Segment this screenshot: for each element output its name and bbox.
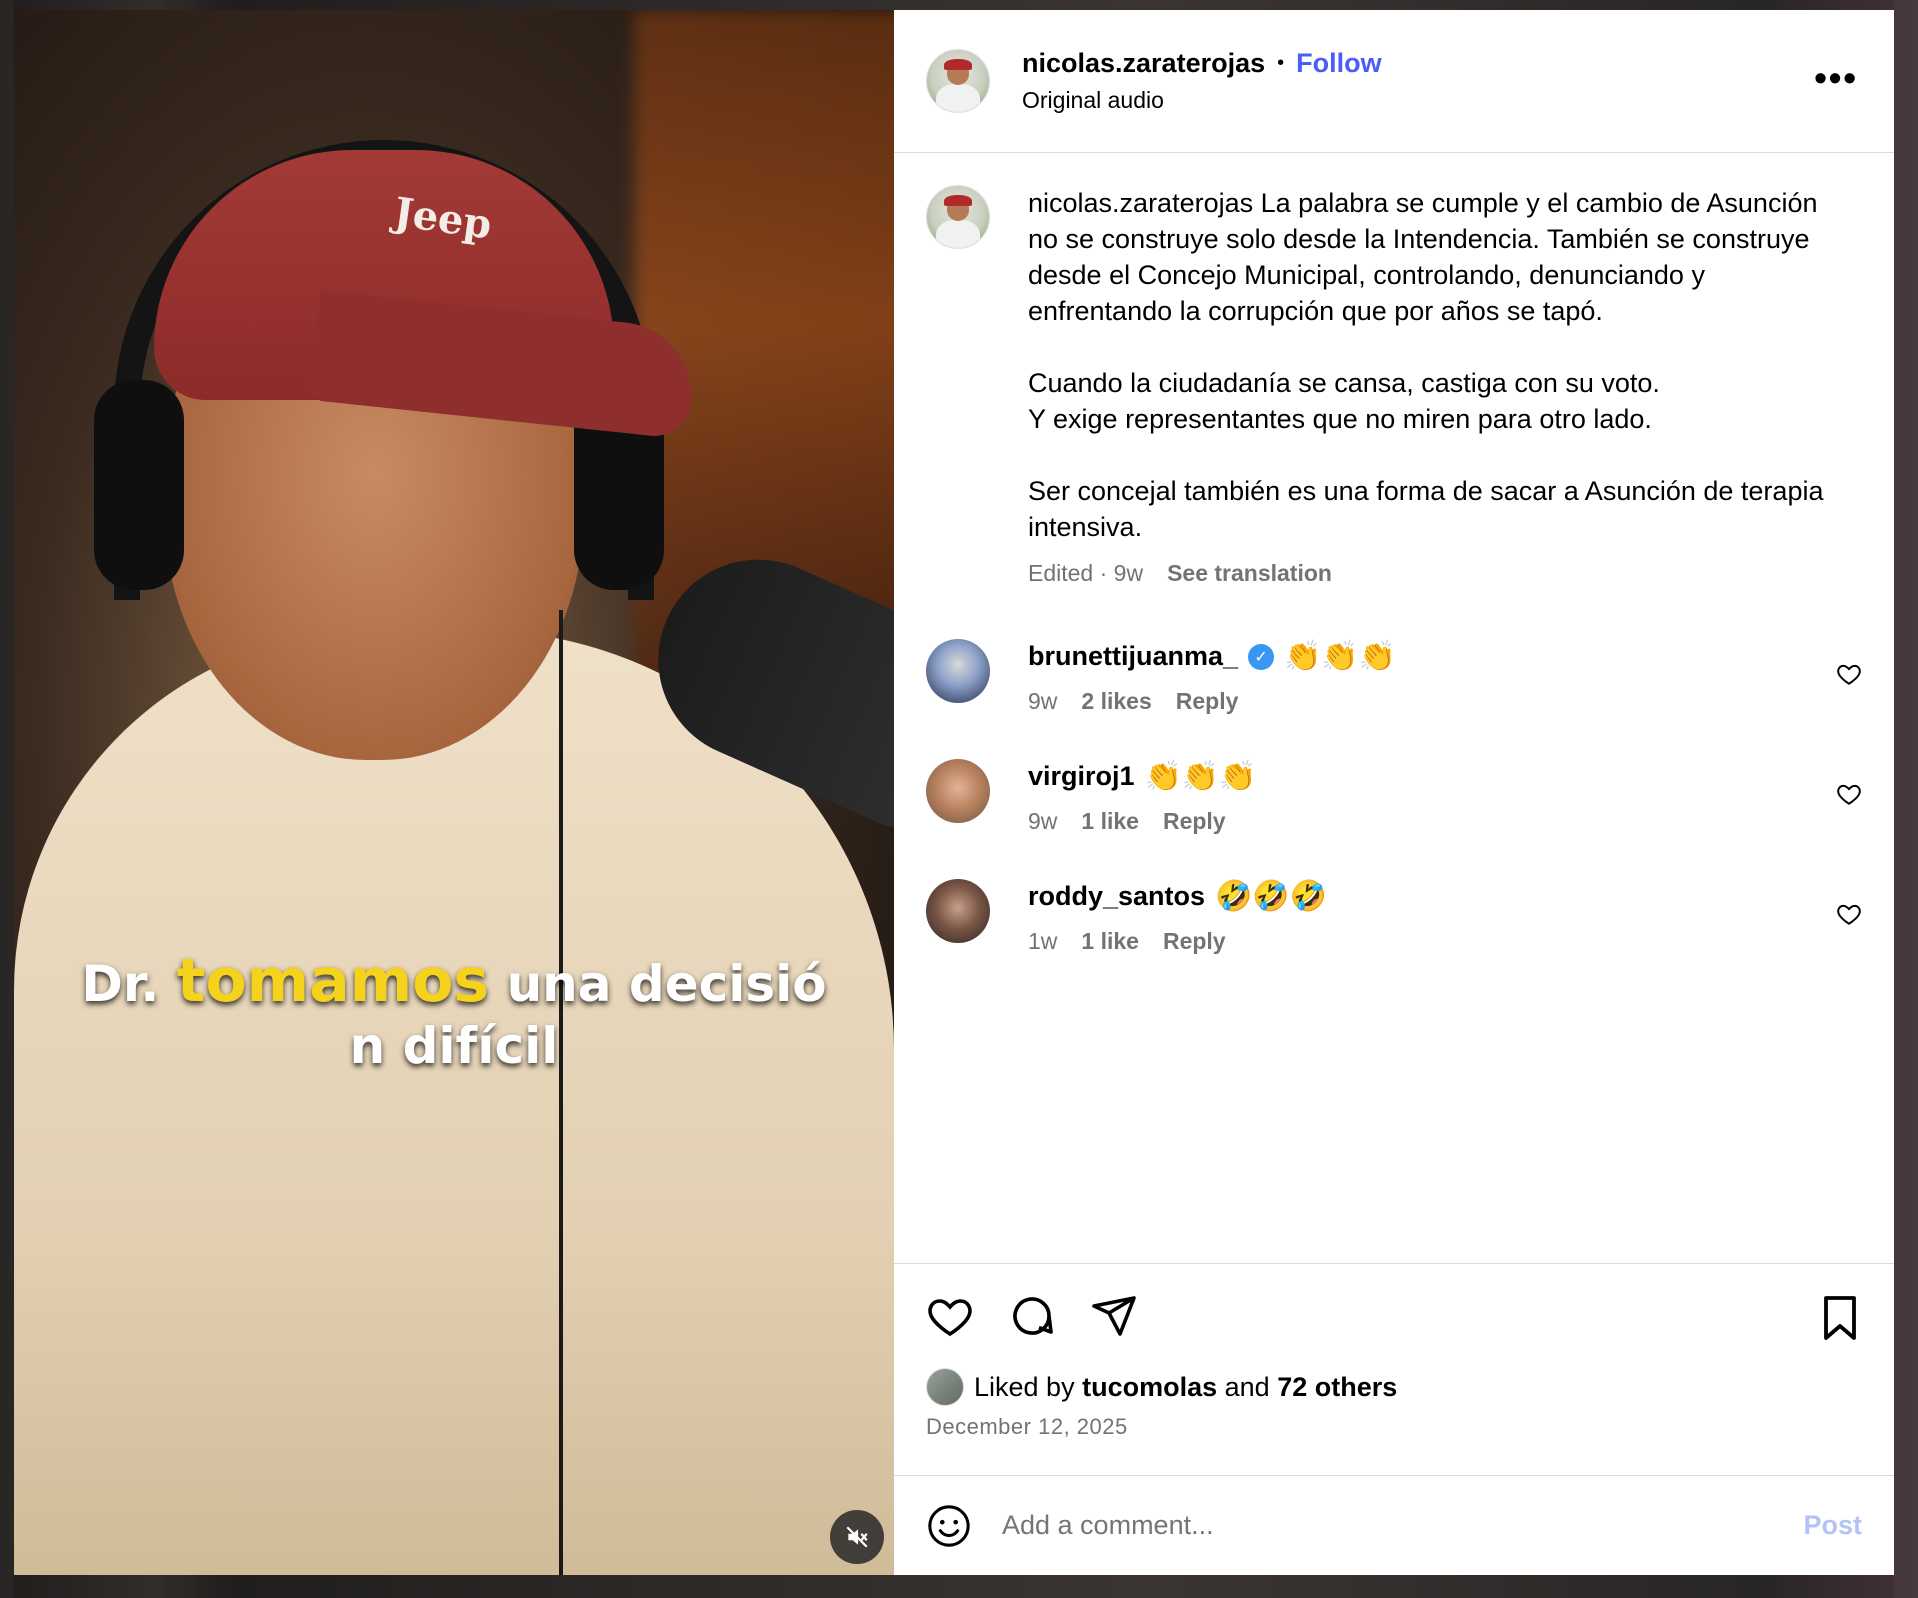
comment-input[interactable]: [1002, 1510, 1804, 1541]
muted-speaker-icon: [846, 1526, 868, 1548]
likes-count-link[interactable]: 72 others: [1277, 1372, 1397, 1403]
separator-dot: •: [1277, 52, 1285, 74]
caption-meta: Edited · 9w: [1028, 560, 1144, 586]
comment-icon[interactable]: [1008, 1292, 1056, 1340]
verified-badge-icon: ✓: [1248, 643, 1275, 670]
comment-text: 👏👏👏: [1284, 640, 1397, 673]
author-username[interactable]: nicolas.zaraterojas: [1022, 48, 1265, 79]
comment-heart-icon[interactable]: [1836, 661, 1862, 687]
emoji-icon[interactable]: [926, 1503, 972, 1549]
audio-link[interactable]: Original audio: [1022, 87, 1382, 114]
post-details-panel: nicolas.zaraterojas • Follow Original au…: [894, 10, 1894, 1575]
post-caption: nicolas.zaraterojas La palabra se cumple…: [926, 185, 1862, 591]
post-comment-button[interactable]: Post: [1803, 1510, 1862, 1541]
comment-item: brunettijuanma_ ✓ 👏👏👏 9w 2 likes Reply: [926, 639, 1862, 715]
reply-button[interactable]: Reply: [1176, 688, 1239, 715]
comment-username[interactable]: roddy_santos: [1028, 881, 1205, 912]
commenter-avatar[interactable]: [926, 759, 990, 823]
see-translation-link[interactable]: See translation: [1167, 555, 1332, 591]
caption-paragraph-3: Ser concejal también es una forma de sac…: [1028, 476, 1824, 542]
caption-paragraph-2: Cuando la ciudadanía se cansa, castiga c…: [1028, 368, 1660, 434]
bookmark-icon[interactable]: [1818, 1294, 1862, 1342]
post-modal: Jeep Dr. tomamos una decisió n difícil n…: [14, 10, 1894, 1575]
comment-item: virgiroj1 👏👏👏 9w 1 like Reply: [926, 759, 1862, 835]
more-options-icon[interactable]: •••: [1814, 60, 1858, 96]
comment-item: roddy_santos 🤣🤣🤣 1w 1 like Reply: [926, 879, 1862, 955]
post-header: nicolas.zaraterojas • Follow Original au…: [894, 10, 1894, 153]
comment-likes[interactable]: 2 likes: [1081, 688, 1151, 715]
comment-text: 👏👏👏: [1144, 760, 1257, 793]
post-video[interactable]: Jeep Dr. tomamos una decisió n difícil: [14, 10, 894, 1575]
mute-button[interactable]: [830, 1510, 884, 1564]
caption-author-avatar[interactable]: [926, 185, 990, 249]
liker-avatar[interactable]: [926, 1368, 964, 1406]
comment-username[interactable]: brunettijuanma_: [1028, 641, 1238, 672]
comment-username[interactable]: virgiroj1: [1028, 761, 1135, 792]
caption-username[interactable]: nicolas.zaraterojas: [1028, 188, 1253, 218]
video-subtitle: Dr. tomamos una decisió n difícil: [81, 946, 827, 1075]
comment-heart-icon[interactable]: [1836, 781, 1862, 807]
commenter-avatar[interactable]: [926, 879, 990, 943]
comment-heart-icon[interactable]: [1836, 901, 1862, 927]
liker-username[interactable]: tucomolas: [1082, 1372, 1217, 1403]
comments-section: nicolas.zaraterojas La palabra se cumple…: [894, 153, 1894, 1263]
send-icon[interactable]: [1090, 1292, 1138, 1340]
comment-likes[interactable]: 1 like: [1081, 808, 1139, 835]
comment-composer: Post: [894, 1475, 1894, 1575]
comment-text: 🤣🤣🤣: [1215, 880, 1328, 913]
comment-age: 9w: [1028, 808, 1058, 834]
follow-button[interactable]: Follow: [1296, 48, 1381, 79]
reply-button[interactable]: Reply: [1163, 808, 1226, 835]
commenter-avatar[interactable]: [926, 639, 990, 703]
reply-button[interactable]: Reply: [1163, 928, 1226, 955]
author-avatar[interactable]: [926, 49, 990, 113]
likes-summary: Liked by tucomolas and 72 others: [926, 1368, 1862, 1406]
post-actions: Liked by tucomolas and 72 others Decembe…: [894, 1263, 1894, 1475]
comment-age: 9w: [1028, 688, 1058, 714]
comment-likes[interactable]: 1 like: [1081, 928, 1139, 955]
post-date[interactable]: December 12, 2025: [926, 1414, 1862, 1440]
comment-age: 1w: [1028, 928, 1058, 954]
heart-icon[interactable]: [926, 1292, 974, 1340]
